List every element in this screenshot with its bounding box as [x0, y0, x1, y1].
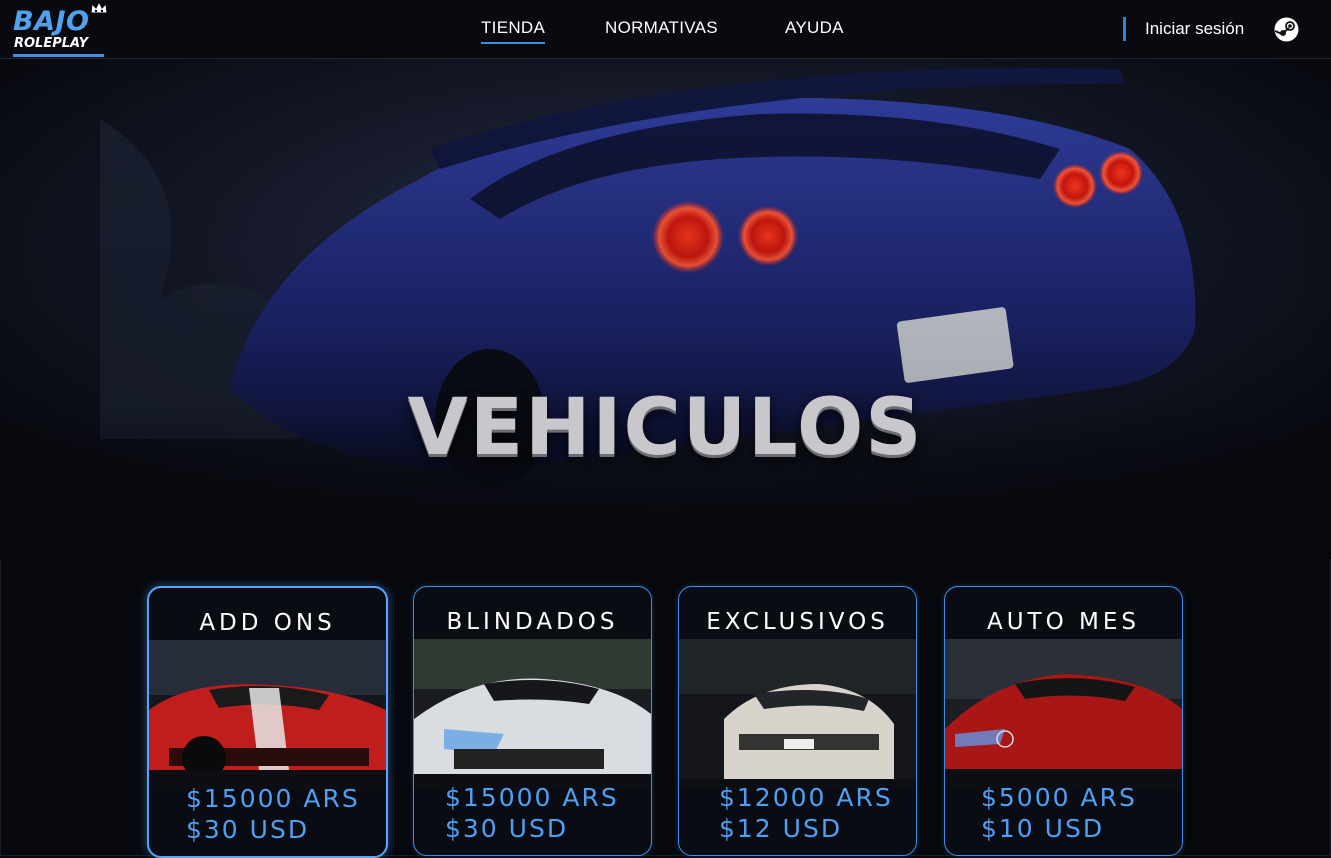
- price-ars: $12000 ARS: [719, 783, 893, 812]
- white-supra-image: [414, 639, 651, 789]
- card-add-ons[interactable]: ADD ONS $15000 ARS $30 USD: [147, 586, 388, 858]
- price-ars: $15000 ARS: [186, 784, 360, 813]
- nav-divider: [1123, 17, 1126, 41]
- card-exclusivos[interactable]: EXCLUSIVOS $12000 ARS $12 USD: [678, 586, 917, 856]
- hero-title: VEHICULOS: [407, 383, 924, 473]
- logo-text-top: BAJO: [13, 6, 90, 37]
- nav-tienda[interactable]: TIENDA: [481, 18, 546, 44]
- top-navbar: BAJO ROLEPLAY TIENDA NORMATIVAS AYUDA In…: [0, 0, 1331, 59]
- hero-banner: VEHICULOS: [0, 59, 1331, 559]
- price-usd: $30 USD: [445, 814, 569, 843]
- crown-icon: [90, 1, 108, 14]
- price-usd: $30 USD: [186, 815, 310, 844]
- price-ars: $5000 ARS: [981, 783, 1137, 812]
- white-bmw-image: [679, 639, 916, 789]
- nav-ayuda[interactable]: AYUDA: [785, 18, 844, 38]
- price-ars: $15000 ARS: [445, 783, 619, 812]
- red-mercedes-image: [945, 639, 1182, 789]
- nav-normativas[interactable]: NORMATIVAS: [605, 18, 718, 38]
- card-auto-mes[interactable]: AUTO MES $5000 ARS $10 USD: [944, 586, 1183, 856]
- card-title: AUTO MES: [986, 609, 1140, 635]
- hero-car-image: [0, 59, 1331, 559]
- card-title: EXCLUSIVOS: [706, 609, 889, 635]
- price-usd: $10 USD: [981, 814, 1105, 843]
- logo-text-bottom: ROLEPLAY: [14, 36, 89, 51]
- brand-logo[interactable]: BAJO ROLEPLAY: [13, 1, 113, 58]
- price-usd: $12 USD: [719, 814, 843, 843]
- card-blindados[interactable]: BLINDADOS $15000 ARS $30 USD: [413, 586, 652, 856]
- login-link[interactable]: Iniciar sesión: [1145, 19, 1244, 39]
- logo-underline: [13, 54, 104, 57]
- card-title: BLINDADOS: [446, 609, 619, 635]
- card-title: ADD ONS: [199, 610, 336, 636]
- steam-icon[interactable]: [1274, 17, 1299, 42]
- red-camaro-image: [149, 640, 386, 790]
